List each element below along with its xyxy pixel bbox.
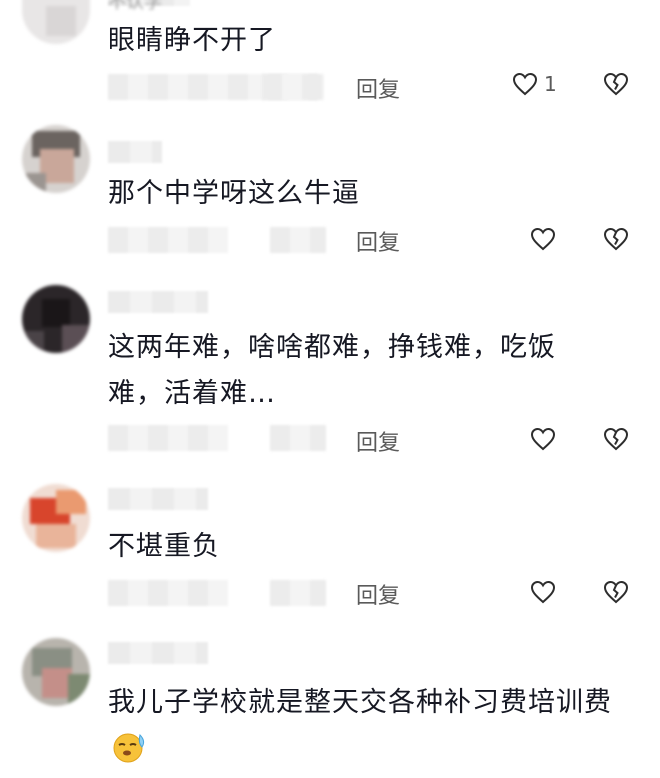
avatar[interactable] bbox=[22, 484, 90, 552]
like-button[interactable]: 1 bbox=[512, 72, 557, 96]
heart-outline-icon bbox=[530, 427, 556, 451]
sleepy-face-emoji bbox=[112, 731, 148, 778]
comment-text: 不堪重负 bbox=[108, 531, 220, 562]
dislike-button[interactable] bbox=[603, 427, 629, 451]
like-count: 1 bbox=[544, 72, 557, 96]
username-partial: 不认学 bbox=[108, 0, 162, 13]
avatar[interactable] bbox=[22, 638, 90, 706]
like-button[interactable] bbox=[530, 427, 556, 451]
comment-meta-blurred bbox=[270, 227, 326, 253]
reply-button[interactable]: 回复 bbox=[356, 225, 400, 257]
comment-text-content: 我儿子学校就是整天交各种补习费培训费 bbox=[108, 687, 612, 718]
broken-heart-icon bbox=[603, 427, 629, 451]
comment-text: 那个中学呀这么牛逼 bbox=[108, 178, 360, 209]
broken-heart-icon bbox=[603, 580, 629, 604]
username-blurred[interactable] bbox=[108, 291, 208, 313]
comment-meta-blurred bbox=[108, 227, 228, 253]
username-blurred[interactable] bbox=[108, 488, 208, 510]
comment-meta-blurred bbox=[262, 74, 324, 100]
avatar[interactable] bbox=[22, 285, 90, 353]
dislike-button[interactable] bbox=[603, 580, 629, 604]
like-button[interactable] bbox=[530, 227, 556, 251]
comment-text: 这两年难，啥啥都难，挣钱难，吃饭难，活着难… bbox=[108, 332, 556, 409]
dislike-button[interactable] bbox=[603, 227, 629, 251]
comment-meta-blurred bbox=[108, 425, 228, 451]
avatar[interactable] bbox=[22, 125, 90, 193]
like-button[interactable] bbox=[530, 580, 556, 604]
avatar[interactable] bbox=[22, 0, 90, 44]
username-blurred[interactable] bbox=[108, 642, 208, 664]
comment-meta-blurred bbox=[108, 580, 228, 606]
username-blurred[interactable] bbox=[108, 141, 162, 163]
comment-meta-blurred bbox=[270, 580, 326, 606]
reply-button[interactable]: 回复 bbox=[356, 578, 400, 610]
broken-heart-icon bbox=[603, 227, 629, 251]
comment-text: 眼睛睁不开了 bbox=[108, 25, 276, 56]
broken-heart-icon bbox=[603, 72, 629, 96]
heart-outline-icon bbox=[530, 227, 556, 251]
comment-meta-blurred bbox=[270, 425, 326, 451]
reply-button[interactable]: 回复 bbox=[356, 72, 400, 104]
comment-text: 我儿子学校就是整天交各种补习费培训费 bbox=[108, 680, 638, 778]
dislike-button[interactable] bbox=[603, 72, 629, 96]
heart-outline-icon bbox=[530, 580, 556, 604]
reply-button[interactable]: 回复 bbox=[356, 425, 400, 457]
heart-outline-icon bbox=[512, 72, 538, 96]
